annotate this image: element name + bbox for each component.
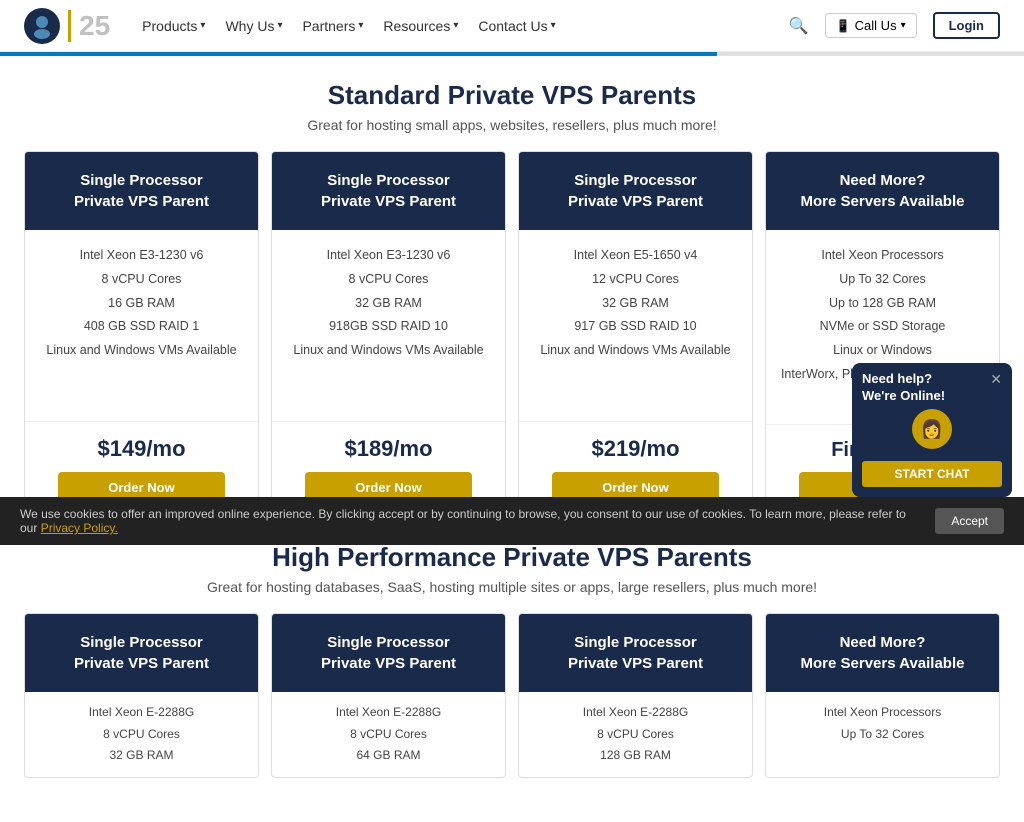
hp-section-title: High Performance Private VPS Parents bbox=[24, 542, 1000, 573]
chevron-down-icon: ▾ bbox=[901, 20, 906, 31]
hp-section-subtitle: Great for hosting databases, SaaS, hosti… bbox=[24, 579, 1000, 595]
progress-bar-container bbox=[0, 52, 1024, 56]
spec-item: Linux and Windows VMs Available bbox=[531, 339, 740, 363]
chat-avatar: 👩 bbox=[912, 409, 952, 449]
privacy-policy-link[interactable]: Privacy Policy. bbox=[41, 521, 118, 535]
hp-card-3-header: Single ProcessorPrivate VPS Parent bbox=[519, 614, 752, 692]
standard-card-1: Single ProcessorPrivate VPS Parent Intel… bbox=[24, 151, 259, 518]
standard-section-title: Standard Private VPS Parents bbox=[24, 80, 1000, 111]
hp-cards-grid: Single ProcessorPrivate VPS Parent Intel… bbox=[24, 613, 1000, 778]
hp-card-3: Single ProcessorPrivate VPS Parent Intel… bbox=[518, 613, 753, 778]
card-2-body: Intel Xeon E3-1230 v6 8 vCPU Cores 32 GB… bbox=[272, 230, 505, 422]
nav-products[interactable]: Products ▾ bbox=[142, 18, 205, 34]
nav-resources[interactable]: Resources ▾ bbox=[383, 18, 458, 34]
hp-card-4-body: Intel Xeon Processors Up To 32 Cores bbox=[766, 692, 999, 755]
spec-item: 128 GB RAM bbox=[531, 745, 740, 767]
hp-card-1-header: Single ProcessorPrivate VPS Parent bbox=[25, 614, 258, 692]
spec-item: 32 GB RAM bbox=[531, 292, 740, 316]
spec-item: 12 vCPU Cores bbox=[531, 268, 740, 292]
card-2-header: Single ProcessorPrivate VPS Parent bbox=[272, 152, 505, 230]
chat-header: Need help?We're Online! ✕ bbox=[852, 363, 1012, 409]
spec-item: NVMe or SSD Storage bbox=[778, 315, 987, 339]
logo-25: 25 bbox=[68, 10, 110, 42]
nav-contact[interactable]: Contact Us ▾ bbox=[478, 18, 555, 34]
chat-title: Need help?We're Online! bbox=[862, 371, 945, 405]
spec-item: Up To 32 Cores bbox=[778, 724, 987, 746]
chevron-down-icon: ▾ bbox=[358, 20, 363, 31]
cookie-text: We use cookies to offer an improved onli… bbox=[20, 507, 919, 535]
spec-item: 8 vCPU Cores bbox=[37, 268, 246, 292]
spec-item: 917 GB SSD RAID 10 bbox=[531, 315, 740, 339]
standard-section-subtitle: Great for hosting small apps, websites, … bbox=[24, 117, 1000, 133]
start-chat-button[interactable]: START CHAT bbox=[862, 461, 1002, 487]
cookie-banner: We use cookies to offer an improved onli… bbox=[0, 497, 1024, 545]
hp-card-2: Single ProcessorPrivate VPS Parent Intel… bbox=[271, 613, 506, 778]
spec-item: Linux or Windows bbox=[778, 339, 987, 363]
card-1-header: Single ProcessorPrivate VPS Parent bbox=[25, 152, 258, 230]
spec-item: Linux and Windows VMs Available bbox=[37, 339, 246, 363]
logo-icon bbox=[24, 8, 60, 44]
spec-item: 8 vCPU Cores bbox=[37, 724, 246, 746]
spec-item: Intel Xeon Processors bbox=[778, 702, 987, 724]
chat-widget: Need help?We're Online! ✕ 👩 START CHAT bbox=[852, 363, 1012, 497]
spec-item: Intel Xeon E-2288G bbox=[284, 702, 493, 724]
phone-icon: 📱 bbox=[836, 19, 851, 33]
chat-close-icon[interactable]: ✕ bbox=[990, 371, 1002, 388]
spec-item: 408 GB SSD RAID 1 bbox=[37, 315, 246, 339]
progress-bar-fill bbox=[0, 52, 717, 56]
spec-item: 8 vCPU Cores bbox=[284, 724, 493, 746]
card-1-body: Intel Xeon E3-1230 v6 8 vCPU Cores 16 GB… bbox=[25, 230, 258, 422]
spec-item: Intel Xeon E3-1230 v6 bbox=[284, 244, 493, 268]
spec-item: 32 GB RAM bbox=[37, 745, 246, 767]
spec-item: Intel Xeon E-2288G bbox=[37, 702, 246, 724]
card-3-header: Single ProcessorPrivate VPS Parent bbox=[519, 152, 752, 230]
chevron-down-icon: ▾ bbox=[277, 20, 282, 31]
spec-item: Intel Xeon E5-1650 v4 bbox=[531, 244, 740, 268]
standard-card-3: Single ProcessorPrivate VPS Parent Intel… bbox=[518, 151, 753, 518]
card-1-price: $149/mo bbox=[97, 436, 185, 462]
search-icon[interactable]: 🔍 bbox=[789, 16, 809, 36]
hp-card-1-body: Intel Xeon E-2288G 8 vCPU Cores 32 GB RA… bbox=[25, 692, 258, 777]
nav-partners[interactable]: Partners ▾ bbox=[302, 18, 363, 34]
spec-item: 16 GB RAM bbox=[37, 292, 246, 316]
nav-why-us[interactable]: Why Us ▾ bbox=[225, 18, 282, 34]
card-3-price: $219/mo bbox=[591, 436, 679, 462]
chat-body: 👩 START CHAT bbox=[852, 409, 1012, 497]
chevron-down-icon: ▾ bbox=[453, 20, 458, 31]
chevron-down-icon: ▾ bbox=[200, 20, 205, 31]
nav-links: Products ▾ Why Us ▾ Partners ▾ Resources… bbox=[142, 18, 789, 34]
spec-item: 8 vCPU Cores bbox=[284, 268, 493, 292]
accept-cookies-button[interactable]: Accept bbox=[935, 508, 1004, 534]
spec-item: Intel Xeon Processors bbox=[778, 244, 987, 268]
chevron-down-icon: ▾ bbox=[551, 20, 556, 31]
spec-item: Up To 32 Cores bbox=[778, 268, 987, 292]
spec-item: 8 vCPU Cores bbox=[531, 724, 740, 746]
spec-item: 32 GB RAM bbox=[284, 292, 493, 316]
hp-card-2-header: Single ProcessorPrivate VPS Parent bbox=[272, 614, 505, 692]
spec-item: Intel Xeon E3-1230 v6 bbox=[37, 244, 246, 268]
hp-card-4: Need More?More Servers Available Intel X… bbox=[765, 613, 1000, 778]
standard-card-2: Single ProcessorPrivate VPS Parent Intel… bbox=[271, 151, 506, 518]
spec-item: Up to 128 GB RAM bbox=[778, 292, 987, 316]
nav-right: 🔍 📱 Call Us ▾ Login bbox=[789, 12, 1000, 39]
spec-item: 918GB SSD RAID 10 bbox=[284, 315, 493, 339]
login-button[interactable]: Login bbox=[933, 12, 1000, 39]
hp-card-2-body: Intel Xeon E-2288G 8 vCPU Cores 64 GB RA… bbox=[272, 692, 505, 777]
hp-card-4-header: Need More?More Servers Available bbox=[766, 614, 999, 692]
spec-item: 64 GB RAM bbox=[284, 745, 493, 767]
card-3-body: Intel Xeon E5-1650 v4 12 vCPU Cores 32 G… bbox=[519, 230, 752, 422]
hp-section: High Performance Private VPS Parents Gre… bbox=[24, 542, 1000, 778]
card-4-header: Need More?More Servers Available bbox=[766, 152, 999, 230]
hp-card-3-body: Intel Xeon E-2288G 8 vCPU Cores 128 GB R… bbox=[519, 692, 752, 777]
call-button[interactable]: 📱 Call Us ▾ bbox=[825, 13, 917, 38]
card-2-price: $189/mo bbox=[344, 436, 432, 462]
navbar: 25 Products ▾ Why Us ▾ Partners ▾ Resour… bbox=[0, 0, 1024, 52]
spec-item: Intel Xeon E-2288G bbox=[531, 702, 740, 724]
spec-item: Linux and Windows VMs Available bbox=[284, 339, 493, 363]
hp-card-1: Single ProcessorPrivate VPS Parent Intel… bbox=[24, 613, 259, 778]
logo-area: 25 bbox=[24, 8, 110, 44]
